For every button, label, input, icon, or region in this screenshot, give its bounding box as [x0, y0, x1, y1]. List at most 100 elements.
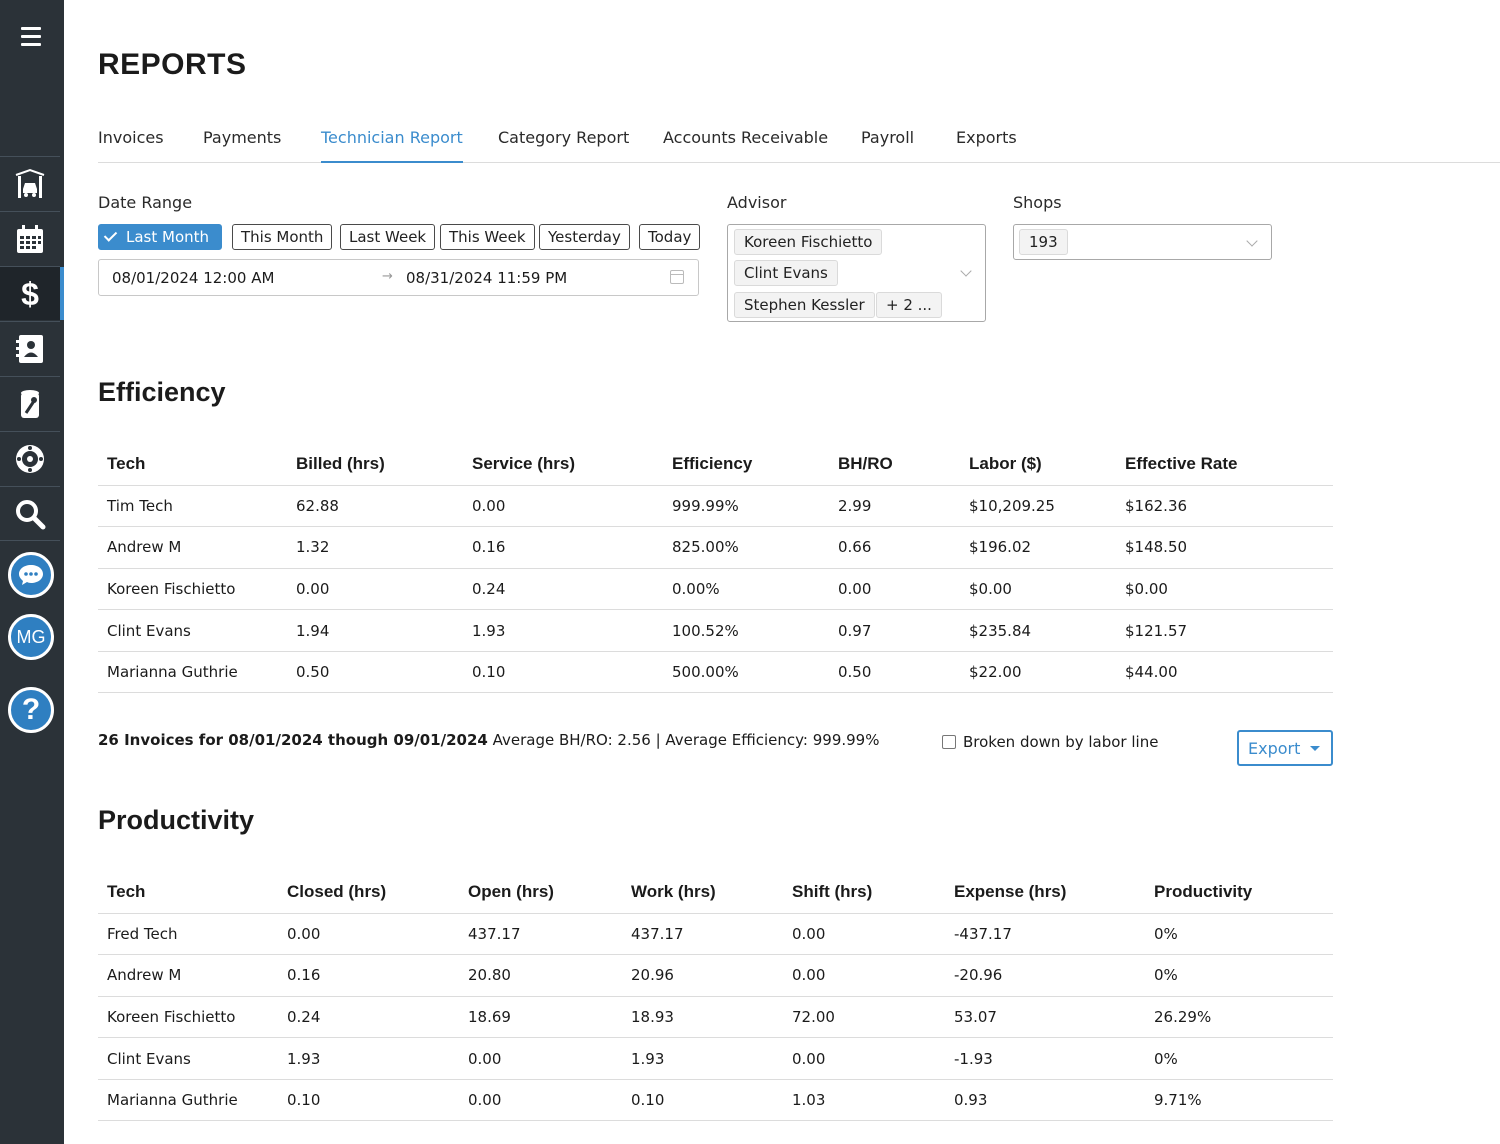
shops-label: Shops [1013, 193, 1062, 212]
table-cell: 18.93 [622, 996, 783, 1039]
sidebar-item-customers[interactable] [0, 321, 60, 375]
advisor-label: Advisor [727, 193, 787, 212]
tab-payments[interactable]: Payments [203, 128, 281, 147]
check-icon [103, 228, 118, 242]
table-cell: 1.93 [463, 609, 663, 652]
efficiency-title: Efficiency [98, 377, 226, 407]
table-cell: Clint Evans [98, 609, 287, 652]
column-header[interactable]: Billed (hrs) [287, 443, 463, 486]
range-this-month-button[interactable]: This Month [232, 224, 333, 250]
tab-payroll[interactable]: Payroll [861, 128, 914, 147]
productivity-table: Tech Closed (hrs) Open (hrs) Work (hrs) … [98, 871, 1333, 1122]
chevron-down-icon [1246, 235, 1258, 247]
table-cell: 437.17 [622, 913, 783, 956]
range-this-week-button[interactable]: This Week [440, 224, 535, 250]
tab-accounts-receivable[interactable]: Accounts Receivable [663, 128, 828, 147]
table-cell: $0.00 [960, 568, 1116, 611]
table-row: Koreen Fischietto 0.24 18.69 18.93 72.00… [98, 996, 1333, 1039]
table-cell: 0.00 [278, 913, 459, 956]
range-label: Last Month [126, 228, 210, 246]
table-cell: Andrew M [98, 954, 278, 997]
column-header[interactable]: Service (hrs) [463, 443, 663, 486]
search-icon [16, 499, 46, 529]
chevron-down-icon [960, 265, 972, 277]
column-header[interactable]: Closed (hrs) [278, 871, 459, 914]
range-today-button[interactable]: Today [639, 224, 701, 250]
tab-exports[interactable]: Exports [956, 128, 1017, 147]
advisor-select[interactable]: Koreen Fischietto Clint Evans Stephen Ke… [727, 224, 986, 322]
table-cell: 0.00 [287, 568, 463, 611]
range-last-week-button[interactable]: Last Week [340, 224, 436, 250]
table-cell: 20.80 [459, 954, 622, 997]
breakdown-label: Broken down by labor line [963, 733, 1159, 751]
table-cell: Tim Tech [98, 485, 287, 528]
tab-category-report[interactable]: Category Report [498, 128, 629, 147]
table-cell: 999.99% [663, 485, 829, 528]
checkbox-icon[interactable] [942, 735, 956, 749]
efficiency-summary: 26 Invoices for 08/01/2024 though 09/01/… [98, 731, 879, 749]
table-row: Andrew M 0.16 20.80 20.96 0.00 -20.96 0% [98, 954, 1333, 997]
chat-button[interactable] [8, 552, 54, 598]
table-header-row: Tech Billed (hrs) Service (hrs) Efficien… [98, 443, 1333, 486]
breakdown-checkbox[interactable]: Broken down by labor line [942, 733, 1158, 751]
table-cell: 0.93 [945, 1079, 1145, 1122]
table-cell: 0.00 [829, 568, 960, 611]
table-cell: 0.00 [783, 1037, 945, 1080]
table-cell: 9.71% [1145, 1079, 1333, 1122]
contacts-icon [16, 334, 43, 363]
column-header[interactable]: Effective Rate [1116, 443, 1333, 486]
column-header[interactable]: BH/RO [829, 443, 960, 486]
table-cell: -1.93 [945, 1037, 1145, 1080]
summary-invoices: 26 Invoices for 08/01/2024 though 09/01/… [98, 731, 488, 749]
date-range-picker[interactable]: 08/01/2024 12:00 AM → 08/31/2024 11:59 P… [98, 259, 699, 296]
start-date-input[interactable]: 08/01/2024 12:00 AM [112, 269, 274, 287]
table-cell: $121.57 [1116, 609, 1333, 652]
table-cell: Andrew M [98, 526, 287, 569]
sidebar-item-shop[interactable] [0, 156, 60, 210]
table-row: Marianna Guthrie 0.10 0.00 0.10 1.03 0.9… [98, 1079, 1333, 1122]
column-header[interactable]: Labor ($) [960, 443, 1116, 486]
calendar-icon[interactable] [670, 270, 684, 284]
table-row: Fred Tech 0.00 437.17 437.17 0.00 -437.1… [98, 913, 1333, 956]
dollar-icon: $ [21, 277, 39, 311]
advisor-more-tag[interactable]: + 2 ... [876, 292, 942, 318]
column-header[interactable]: Productivity [1145, 871, 1333, 914]
advisor-tag: Koreen Fischietto [734, 229, 883, 255]
table-cell: 0.24 [463, 568, 663, 611]
tab-technician-report[interactable]: Technician Report [321, 128, 463, 163]
column-header[interactable]: Open (hrs) [459, 871, 622, 914]
shops-select[interactable]: 193 [1013, 224, 1272, 260]
sidebar-item-reports[interactable]: $ [0, 266, 64, 320]
date-range-label: Date Range [98, 193, 193, 212]
sidebar-item-calendar[interactable] [0, 211, 60, 265]
help-button[interactable]: ? [8, 687, 54, 733]
column-header[interactable]: Work (hrs) [622, 871, 783, 914]
sidebar-item-tires[interactable] [0, 431, 60, 485]
column-header[interactable]: Shift (hrs) [783, 871, 945, 914]
tab-invoices[interactable]: Invoices [98, 128, 164, 147]
table-cell: 0.16 [278, 954, 459, 997]
table-cell: 0.00 [459, 1079, 622, 1122]
table-cell: 437.17 [459, 913, 622, 956]
menu-icon[interactable] [17, 27, 45, 49]
user-avatar[interactable]: MG [8, 614, 54, 660]
sidebar-item-search[interactable] [0, 486, 60, 540]
table-cell: $235.84 [960, 609, 1116, 652]
table-cell: Marianna Guthrie [98, 651, 287, 694]
end-date-input[interactable]: 08/31/2024 11:59 PM [406, 269, 567, 287]
sidebar-item-inventory[interactable] [0, 376, 60, 430]
table-cell: 0.50 [829, 651, 960, 694]
column-header[interactable]: Expense (hrs) [945, 871, 1145, 914]
column-header[interactable]: Tech [98, 871, 278, 914]
export-button[interactable]: Export [1237, 730, 1333, 766]
range-yesterday-button[interactable]: Yesterday [539, 224, 630, 250]
table-cell: Clint Evans [98, 1037, 278, 1080]
table-cell: 0% [1145, 1037, 1333, 1080]
table-cell: 20.96 [622, 954, 783, 997]
arrow-right-icon: → [382, 269, 393, 284]
column-header[interactable]: Efficiency [663, 443, 829, 486]
table-cell: $0.00 [1116, 568, 1333, 611]
range-last-month-button[interactable]: Last Month [98, 224, 222, 250]
chat-bubble-icon [19, 565, 43, 585]
column-header[interactable]: Tech [98, 443, 287, 486]
